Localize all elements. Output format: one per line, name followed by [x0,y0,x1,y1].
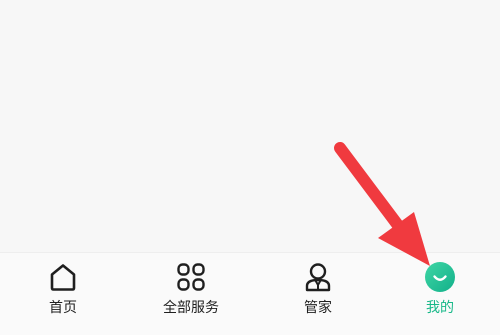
tab-butler-label: 管家 [304,300,332,316]
home-icon [50,264,76,291]
tab-butler[interactable]: 管家 [263,253,373,335]
grid-icon [177,263,205,291]
tab-mine[interactable]: 我的 [385,253,495,335]
tab-mine-label: 我的 [426,300,454,316]
tab-home[interactable]: 首页 [8,253,118,335]
person-icon [305,263,331,292]
tab-all-services-label: 全部服务 [163,300,219,316]
tab-all-services[interactable]: 全部服务 [136,253,246,335]
app-screen: 首页 全部服务 管家 我的 [0,0,500,335]
page-content [0,0,500,252]
smile-avatar-icon [425,262,455,292]
bottom-tab-bar: 首页 全部服务 管家 我的 [0,252,500,335]
tab-home-label: 首页 [49,300,77,316]
